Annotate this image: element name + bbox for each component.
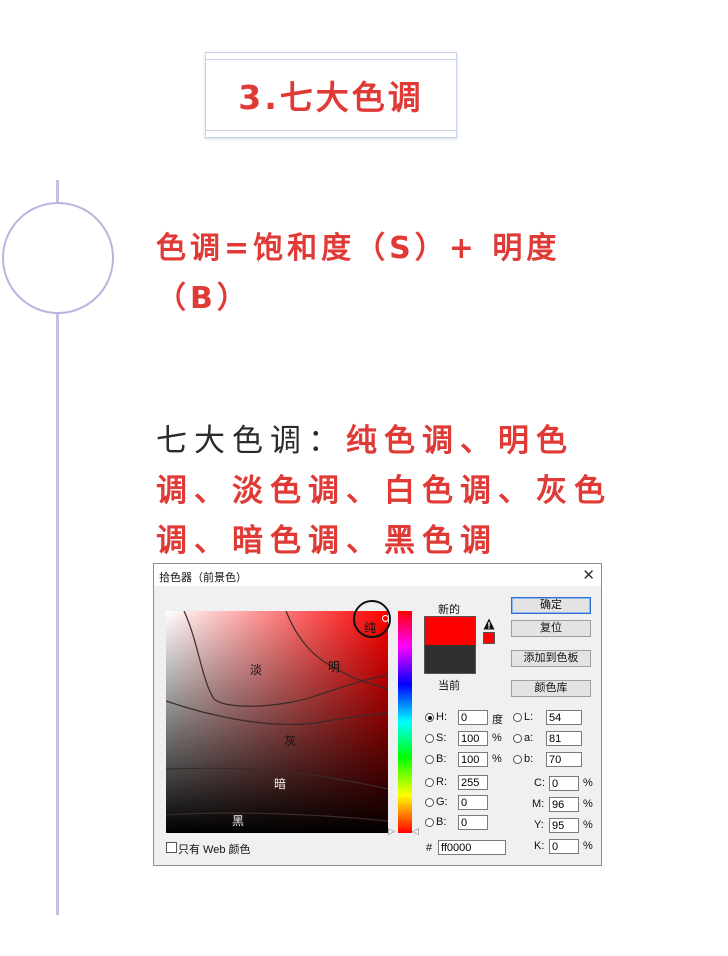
yellow-input[interactable] [549,818,579,833]
saturation-unit: % [492,732,502,744]
brightness-label: B: [436,753,447,765]
brightness-radio[interactable] [425,755,434,764]
blue-radio[interactable] [425,818,434,827]
black-unit: % [583,840,593,852]
field-label-light: 明 [328,660,341,674]
color-field[interactable]: 纯 明 淡 灰 暗 黑 [166,600,391,833]
green-radio[interactable] [425,798,434,807]
dialog-titlebar: 拾色器（前景色） ✕ [154,564,601,586]
saturation-radio[interactable] [425,734,434,743]
color-libraries-button[interactable]: 颜色库 [511,680,591,697]
cyan-input[interactable] [549,776,579,791]
cyan-label: C: [534,777,545,789]
black-input[interactable] [549,839,579,854]
field-label-pale: 淡 [250,663,263,677]
cyan-unit: % [583,777,593,789]
hue-unit: 度 [492,714,503,726]
magenta-unit: % [583,798,593,810]
field-label-black: 黑 [232,814,245,828]
yellow-label: Y: [534,819,544,831]
magenta-label: M: [532,798,545,810]
lab-l-label: L: [524,711,534,723]
lab-a-input[interactable] [546,731,582,746]
brightness-input[interactable] [458,752,488,767]
web-colors-only-label: 只有 Web 颜色 [178,844,251,856]
gamut-warning-icon[interactable] [483,618,495,630]
reset-button[interactable]: 复位 [511,620,591,637]
title-box: 3.七大色调 [205,52,457,138]
close-icon[interactable]: ✕ [582,566,595,584]
color-field-cursor[interactable] [382,615,389,622]
current-color-label: 当前 [438,680,460,692]
current-color-swatch[interactable] [424,645,476,674]
hex-input[interactable] [438,840,506,855]
field-label-gray: 灰 [284,734,297,748]
lab-l-input[interactable] [546,710,582,725]
blue-label: B: [436,816,447,828]
hue-slider-handle-right[interactable]: ◁ [412,826,419,837]
rgb-color-wheel-icon [2,202,114,314]
hue-radio[interactable] [425,713,434,722]
dialog-title: 拾色器（前景色） [159,572,247,584]
color-picker-dialog: 拾色器（前景色） ✕ 纯 明 淡 灰 暗 黑 ▷ ◁ 新的 当前 确定 复位 添… [153,563,602,866]
magenta-input[interactable] [549,797,579,812]
green-label: G: [436,796,448,808]
lab-b-input[interactable] [546,752,582,767]
gamut-color-swatch[interactable] [483,632,495,644]
red-label: R: [436,776,447,788]
hex-label: # [426,842,433,854]
yellow-unit: % [583,819,593,831]
blue-input[interactable] [458,815,488,830]
lab-b-radio[interactable] [513,755,522,764]
lab-a-label: a: [524,732,534,744]
field-label-dark: 暗 [274,777,287,791]
saturation-input[interactable] [458,731,488,746]
hue-slider-handle-left[interactable]: ▷ [388,826,395,837]
green-input[interactable] [458,795,488,810]
hue-input[interactable] [458,710,488,725]
lab-a-radio[interactable] [513,734,522,743]
seven-tones-text: 七大色调：纯色调、明色调、淡色调、白色调、灰色调、暗色调、黑色调 [156,416,616,566]
lab-b-label: b: [524,753,534,765]
black-label: K: [534,840,545,852]
new-color-label: 新的 [438,604,460,616]
hue-slider[interactable] [398,611,412,833]
tone-formula: 色调=饱和度（S）+ 明度（B） [156,231,561,316]
ok-button[interactable]: 确定 [511,597,591,614]
seven-tones-lead: 七大色调： [156,423,346,459]
web-colors-only-checkbox[interactable] [166,842,177,853]
lab-l-radio[interactable] [513,713,522,722]
hue-label: H: [436,711,447,723]
saturation-label: S: [436,732,447,744]
add-to-swatches-button[interactable]: 添加到色板 [511,650,591,667]
section-title: 3.七大色调 [238,78,424,117]
red-input[interactable] [458,775,488,790]
brightness-unit: % [492,753,502,765]
red-radio[interactable] [425,778,434,787]
new-color-swatch [424,616,476,645]
